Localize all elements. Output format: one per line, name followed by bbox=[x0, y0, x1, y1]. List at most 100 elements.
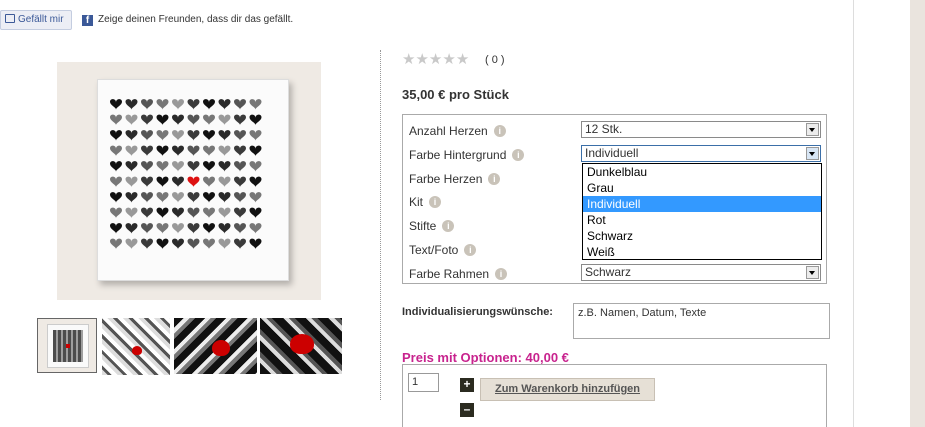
heart bbox=[125, 176, 138, 188]
thumbnail-1[interactable] bbox=[37, 318, 97, 373]
heart bbox=[125, 145, 138, 157]
heart bbox=[125, 238, 138, 250]
chevron-down-icon bbox=[806, 123, 819, 136]
heart bbox=[218, 114, 231, 126]
heart bbox=[125, 192, 138, 203]
dropdown-option-grau[interactable]: Grau bbox=[583, 180, 821, 196]
heart bbox=[234, 223, 246, 234]
product-price: 35,00 € pro Stück bbox=[402, 87, 509, 102]
heart bbox=[249, 207, 262, 219]
heart bbox=[172, 223, 184, 234]
heart bbox=[234, 145, 246, 157]
info-icon[interactable]: i bbox=[495, 268, 508, 280]
plus-button[interactable]: + bbox=[460, 378, 474, 392]
dropdown-option-schwarz[interactable]: Schwarz bbox=[583, 228, 821, 244]
heart bbox=[234, 207, 246, 219]
dropdown-option-weiss[interactable]: Weiß bbox=[583, 244, 821, 260]
heart bbox=[110, 238, 122, 250]
heart bbox=[218, 176, 231, 188]
page-side-background bbox=[910, 0, 925, 427]
like-label: Gefällt mir bbox=[18, 14, 64, 25]
heart bbox=[110, 145, 122, 157]
heart bbox=[249, 238, 262, 250]
individualization-textarea[interactable]: z.B. Namen, Datum, Texte bbox=[573, 303, 830, 339]
heart bbox=[172, 238, 184, 250]
heart bbox=[187, 207, 200, 219]
heart bbox=[172, 176, 184, 188]
heart bbox=[156, 207, 169, 219]
column-divider bbox=[380, 50, 381, 400]
heart bbox=[218, 145, 231, 157]
heart bbox=[187, 130, 200, 141]
option-label-kit: Kit i bbox=[409, 195, 442, 209]
heart bbox=[187, 223, 200, 234]
heart bbox=[249, 176, 262, 188]
price-with-options: Preis mit Optionen: 40,00 € bbox=[402, 350, 569, 365]
option-label-farbe-herzen: Farbe Herzen i bbox=[409, 172, 501, 186]
heart bbox=[125, 114, 138, 126]
heart bbox=[172, 192, 184, 203]
option-label-anzahl-herzen: Anzahl Herzen i bbox=[409, 124, 506, 138]
facebook-like-button[interactable]: Gefällt mir bbox=[0, 10, 72, 30]
heart bbox=[172, 114, 184, 126]
facebook-share-text: Zeige deinen Freunden, dass dir das gefä… bbox=[98, 14, 294, 25]
product-main-image[interactable] bbox=[57, 62, 321, 300]
heart bbox=[218, 223, 231, 234]
chevron-down-icon bbox=[806, 147, 819, 160]
heart bbox=[156, 161, 169, 172]
red-heart bbox=[187, 176, 200, 188]
heart bbox=[141, 130, 153, 141]
star-icon: ★ bbox=[442, 51, 456, 68]
heart bbox=[187, 192, 200, 203]
frame-illustration bbox=[97, 79, 289, 281]
rating-stars[interactable]: ★★★★★ bbox=[402, 52, 469, 67]
thumbnail-3[interactable] bbox=[174, 318, 257, 374]
heart bbox=[110, 114, 122, 126]
heart bbox=[234, 161, 246, 172]
dropdown-option-dunkelblau[interactable]: Dunkelblau bbox=[583, 164, 821, 180]
info-icon[interactable]: i bbox=[464, 244, 477, 256]
option-label-farbe-hintergrund: Farbe Hintergrund i bbox=[409, 148, 525, 162]
select-farbe-rahmen[interactable]: Schwarz bbox=[581, 264, 821, 281]
heart bbox=[125, 223, 138, 234]
info-icon[interactable]: i bbox=[442, 220, 455, 232]
thumbnail-4[interactable] bbox=[260, 318, 342, 374]
info-icon[interactable]: i bbox=[512, 149, 525, 161]
info-icon[interactable]: i bbox=[429, 196, 442, 208]
heart bbox=[234, 192, 246, 203]
add-to-cart-button[interactable]: Zum Warenkorb hinzufügen bbox=[480, 378, 655, 401]
heart bbox=[249, 192, 262, 203]
thumbnail-2[interactable] bbox=[102, 318, 170, 375]
cart-panel: 1 + – Zum Warenkorb hinzufügen bbox=[402, 364, 827, 427]
star-icon: ★ bbox=[428, 51, 443, 68]
heart bbox=[141, 207, 153, 219]
content-border bbox=[853, 0, 854, 427]
info-icon[interactable]: i bbox=[493, 125, 506, 137]
heart bbox=[156, 114, 169, 126]
dropdown-list-farbe-hintergrund: Dunkelblau Grau Individuell Rot Schwarz … bbox=[582, 163, 822, 260]
select-anzahl-herzen[interactable]: 12 Stk. bbox=[581, 121, 821, 138]
heart bbox=[203, 207, 215, 219]
select-farbe-hintergrund[interactable]: Individuell bbox=[581, 145, 821, 162]
dropdown-option-rot[interactable]: Rot bbox=[583, 212, 821, 228]
info-icon[interactable]: i bbox=[488, 173, 501, 185]
heart bbox=[187, 161, 200, 172]
heart bbox=[218, 192, 231, 203]
heart bbox=[125, 99, 138, 110]
minus-button[interactable]: – bbox=[460, 403, 474, 417]
heart bbox=[156, 192, 169, 203]
heart bbox=[249, 161, 262, 172]
facebook-icon: f bbox=[82, 15, 93, 26]
heart bbox=[234, 130, 246, 141]
heart bbox=[125, 161, 138, 172]
dropdown-option-individuell[interactable]: Individuell bbox=[583, 196, 821, 212]
heart bbox=[156, 223, 169, 234]
heart bbox=[141, 114, 153, 126]
star-icon: ★ bbox=[402, 51, 416, 68]
quantity-input[interactable]: 1 bbox=[408, 373, 439, 392]
heart bbox=[172, 207, 184, 219]
heart bbox=[156, 176, 169, 188]
heart bbox=[218, 130, 231, 141]
heart bbox=[110, 99, 122, 110]
heart bbox=[234, 176, 246, 188]
